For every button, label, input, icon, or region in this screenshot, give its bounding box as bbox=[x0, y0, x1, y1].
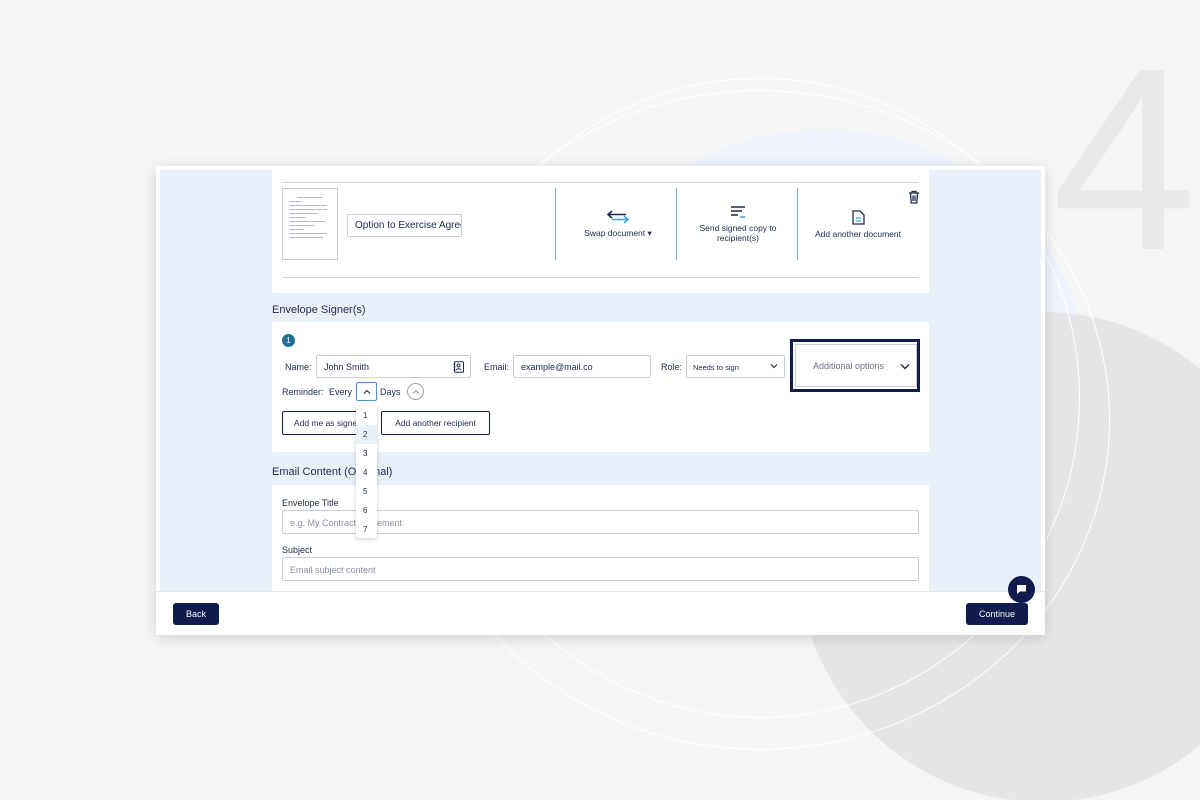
app-window: Option to Exercise Agree Swap document ▾… bbox=[156, 166, 1045, 635]
chevron-up-icon bbox=[412, 389, 419, 394]
dropdown-option[interactable]: 1 bbox=[356, 406, 377, 425]
chevron-down-icon bbox=[770, 364, 778, 369]
contacts-book-icon[interactable] bbox=[453, 361, 465, 373]
chevron-up-icon bbox=[363, 389, 370, 394]
envelope-title-label: Envelope Title bbox=[282, 498, 339, 508]
subject-label: Subject bbox=[282, 545, 313, 555]
step-number: 4 bbox=[1052, 15, 1197, 305]
dropdown-option-selected[interactable]: 2 bbox=[356, 425, 377, 444]
additional-options-select[interactable]: Additional options bbox=[795, 344, 917, 387]
chevron-down-icon bbox=[900, 364, 910, 370]
action-divider bbox=[676, 188, 677, 260]
back-button[interactable]: Back bbox=[173, 603, 219, 625]
role-value: Needs to sign bbox=[693, 363, 739, 372]
dropdown-option[interactable]: 7 bbox=[356, 520, 377, 539]
action-divider bbox=[797, 188, 798, 260]
footer-bar: Back Continue bbox=[156, 591, 1045, 635]
divider bbox=[282, 277, 919, 278]
name-label: Name: bbox=[285, 362, 312, 372]
chat-icon bbox=[1017, 585, 1026, 594]
content-area: Option to Exercise Agree Swap document ▾… bbox=[160, 170, 1041, 591]
lines-send-icon bbox=[731, 206, 745, 218]
add-another-document-label: Add another document bbox=[814, 228, 901, 239]
dropdown-option[interactable]: 4 bbox=[356, 463, 377, 482]
dropdown-option[interactable]: 3 bbox=[356, 444, 377, 463]
email-field[interactable]: example@mail.co bbox=[513, 355, 651, 378]
dropdown-option[interactable]: 5 bbox=[356, 482, 377, 501]
dropdown-option[interactable]: 6 bbox=[356, 501, 377, 520]
every-label: Every bbox=[329, 387, 353, 397]
add-document-icon bbox=[851, 209, 865, 225]
signers-section-title: Envelope Signer(s) bbox=[272, 304, 366, 316]
document-name-field[interactable]: Option to Exercise Agree bbox=[347, 214, 462, 237]
add-another-recipient-button[interactable]: Add another recipient bbox=[381, 411, 490, 435]
reminder-dropdown: 1 2 3 4 5 6 7 bbox=[356, 406, 377, 538]
document-card: Option to Exercise Agree Swap document ▾… bbox=[272, 170, 929, 293]
swap-document-button[interactable]: Swap document ▾ bbox=[562, 188, 674, 260]
send-signed-copy-label: Send signed copy to recipient(s) bbox=[699, 223, 777, 243]
signer-number-badge: 1 bbox=[282, 334, 295, 347]
additional-options-label: Additional options bbox=[813, 361, 885, 371]
reminder-stepper[interactable] bbox=[356, 382, 377, 401]
trash-icon[interactable] bbox=[908, 190, 920, 204]
divider bbox=[282, 182, 919, 183]
name-value: John Smith bbox=[324, 362, 370, 372]
collapse-button[interactable] bbox=[407, 383, 424, 400]
send-signed-copy-button[interactable]: Send signed copy to recipient(s) bbox=[682, 188, 794, 260]
role-label: Role: bbox=[661, 362, 683, 372]
role-select[interactable]: Needs to sign bbox=[686, 355, 785, 378]
document-thumbnail[interactable] bbox=[282, 188, 338, 260]
swap-document-label: Swap document bbox=[584, 227, 646, 238]
action-divider bbox=[555, 188, 556, 260]
name-field[interactable]: John Smith bbox=[316, 355, 471, 378]
reminder-label: Reminder: bbox=[282, 387, 324, 397]
email-label: Email: bbox=[484, 362, 510, 372]
envelope-title-input[interactable]: e.g. My Contract Agreement bbox=[282, 510, 919, 534]
add-another-document-button[interactable]: Add another document bbox=[802, 188, 914, 260]
swap-arrows-icon bbox=[606, 209, 630, 224]
caret-down-icon: ▾ bbox=[647, 227, 652, 238]
chat-button[interactable] bbox=[1008, 576, 1035, 603]
days-label: Days bbox=[380, 387, 401, 397]
subject-input[interactable]: Email subject content bbox=[282, 557, 919, 581]
continue-button[interactable]: Continue bbox=[966, 603, 1028, 625]
